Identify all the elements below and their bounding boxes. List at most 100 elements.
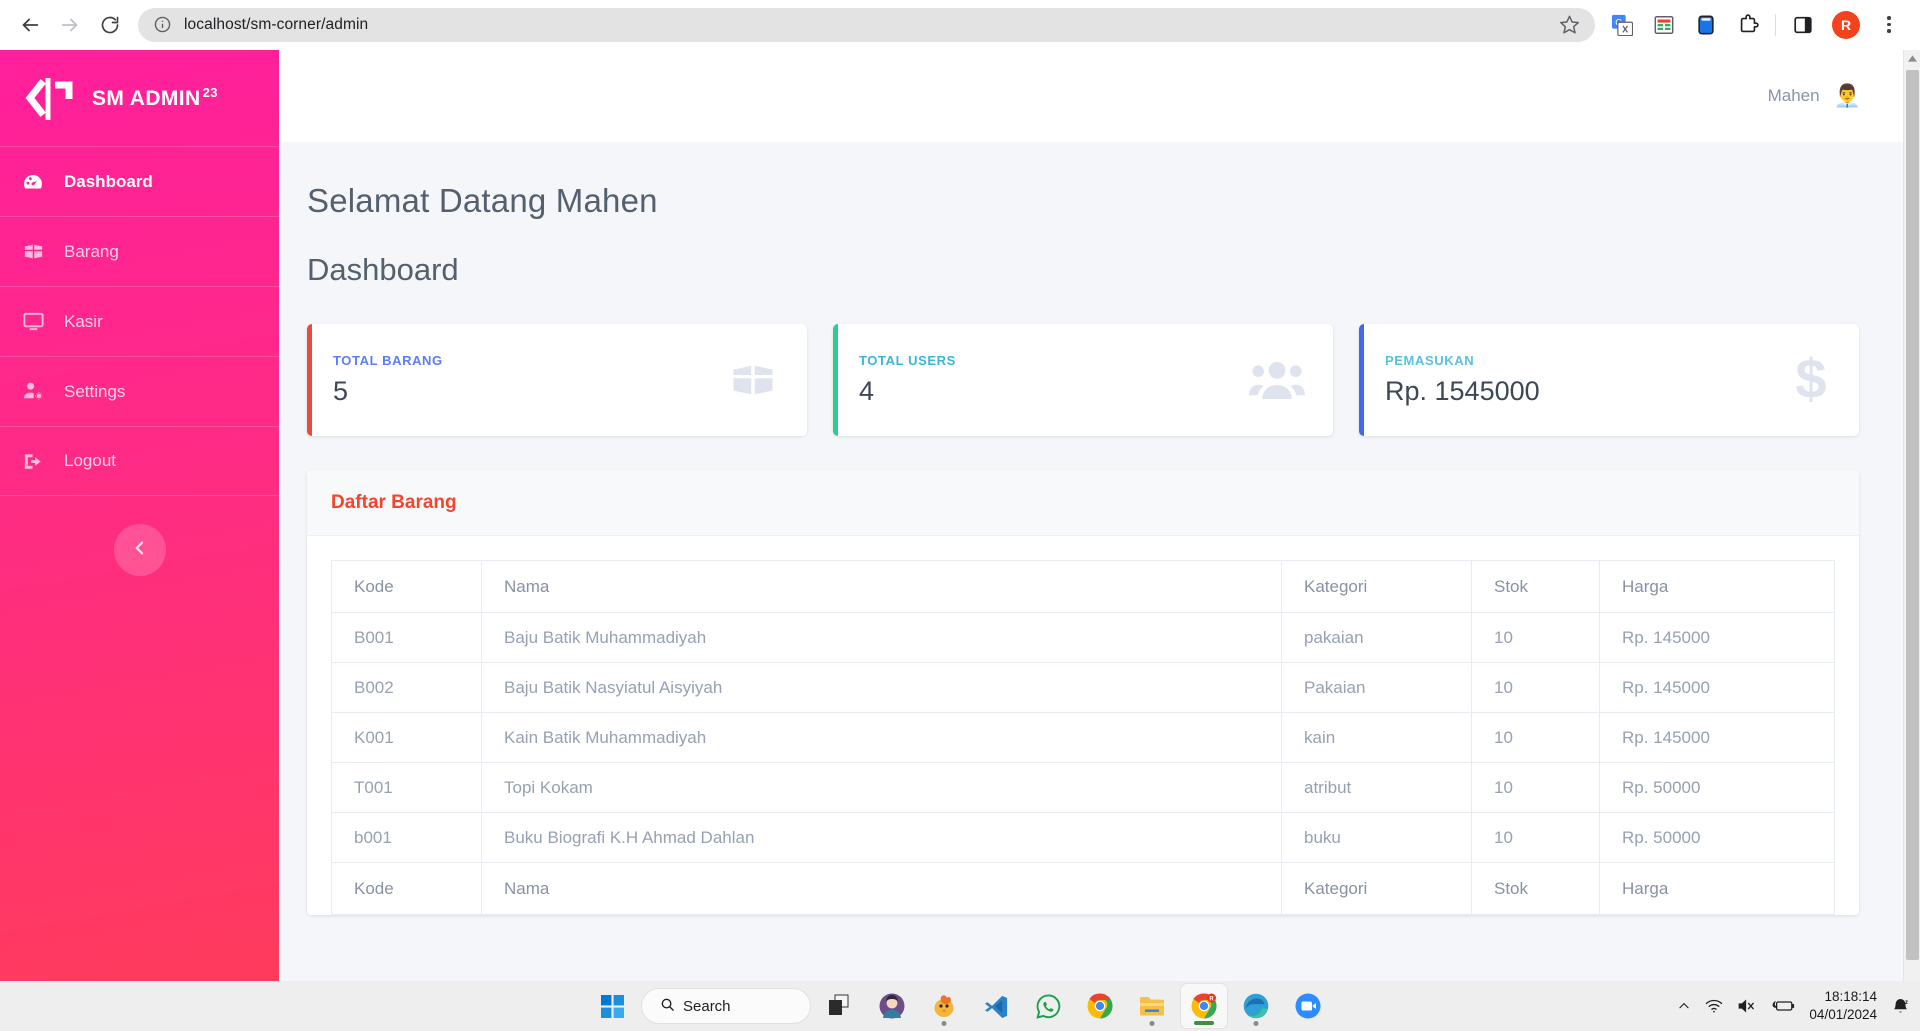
topbar-user-name: Mahen (1767, 86, 1820, 105)
site-information-icon[interactable] (152, 15, 172, 35)
wifi-icon[interactable] (1705, 998, 1723, 1014)
cell-kode: K001 (331, 712, 482, 763)
scrollbar-up-arrow[interactable] (1904, 50, 1920, 67)
table-row[interactable]: K001 Kain Batik Muhammadiyah kain 10 Rp.… (331, 712, 1835, 763)
column-header-stok[interactable]: Stok (1471, 560, 1600, 613)
cell-harga: Rp. 145000 (1599, 712, 1835, 763)
cell-stok: 10 (1471, 662, 1600, 713)
spreadsheet-extension-icon[interactable] (1648, 7, 1680, 43)
device-extension-icon[interactable] (1690, 7, 1722, 43)
table-foot: Kode Nama Kategori Stok Harga (331, 862, 1835, 915)
cell-kode: B002 (331, 662, 482, 713)
edge-icon[interactable] (1233, 984, 1279, 1028)
stat-card-value: Rp. 1545000 (1385, 376, 1540, 406)
cell-stok: 10 (1471, 612, 1600, 663)
cell-kode: b001 (331, 812, 482, 863)
user-gear-icon (20, 379, 46, 405)
table-header-row: Kode Nama Kategori Stok Harga (331, 560, 1835, 613)
address-bar[interactable]: localhost/sm-corner/admin (138, 7, 1595, 42)
table-row[interactable]: b001 Buku Biografi K.H Ahmad Dahlan buku… (331, 812, 1835, 863)
cell-nama: Topi Kokam (481, 762, 1282, 813)
table-head: Kode Nama Kategori Stok Harga (331, 560, 1835, 613)
business-person-avatar-icon[interactable]: 👨‍💼 (1834, 85, 1861, 107)
extensions-puzzle-icon[interactable] (1732, 7, 1764, 43)
cell-kategori: Pakaian (1281, 662, 1472, 713)
windows-start-icon[interactable] (589, 984, 635, 1028)
reload-button[interactable] (90, 5, 130, 45)
chrome-active-icon[interactable]: R (1181, 984, 1227, 1028)
stat-card-label: TOTAL BARANG (333, 353, 443, 368)
cell-kode: B001 (331, 612, 482, 663)
notification-bell-dnd-icon[interactable]: z (1891, 997, 1910, 1016)
taskbar-clock[interactable]: 18:18:14 04/01/2024 (1809, 988, 1877, 1024)
panel-title: Daftar Barang (331, 491, 457, 513)
stat-card-label: TOTAL USERS (859, 353, 956, 368)
column-header-nama[interactable]: Nama (481, 560, 1282, 613)
whatsapp-icon[interactable] (1025, 984, 1071, 1028)
volume-muted-icon[interactable] (1737, 998, 1757, 1014)
stat-card-label: PEMASUKAN (1385, 353, 1475, 368)
footer-kategori: Kategori (1281, 862, 1472, 915)
column-header-kode[interactable]: Kode (331, 560, 482, 613)
stat-card-value: 4 (859, 376, 875, 406)
sidebar-item-kasir[interactable]: Kasir (0, 286, 279, 356)
cell-harga: Rp. 145000 (1599, 612, 1835, 663)
sidebar-item-label: Dashboard (64, 171, 153, 191)
sidebar-item-dashboard[interactable]: Dashboard (0, 146, 279, 216)
footer-stok: Stok (1471, 862, 1600, 915)
footer-harga: Harga (1599, 862, 1835, 915)
zoom-icon[interactable] (1285, 984, 1331, 1028)
taskbar-search[interactable]: Search (641, 988, 811, 1024)
column-header-kategori[interactable]: Kategori (1281, 560, 1472, 613)
svg-text:z: z (1905, 999, 1908, 1006)
cell-kategori: buku (1281, 812, 1472, 863)
task-view-icon[interactable] (817, 984, 863, 1028)
google-translate-extension-icon[interactable]: G (1606, 7, 1638, 43)
side-panel-icon[interactable] (1787, 7, 1819, 43)
panel-header: Daftar Barang (307, 470, 1859, 536)
chevron-up-icon[interactable] (1677, 999, 1691, 1013)
brand[interactable]: SM ADMIN 23 (0, 50, 279, 146)
top-navbar: Mahen 👨‍💼 (279, 50, 1903, 142)
taskbar-search-label: Search (683, 997, 731, 1015)
character-app-icon[interactable] (869, 984, 915, 1028)
column-header-harga[interactable]: Harga (1599, 560, 1835, 613)
stat-card-total-barang: TOTAL BARANG 5 (307, 324, 807, 436)
box-icon (20, 239, 46, 265)
sidebar-item-label: Settings (64, 381, 126, 401)
stat-card-value: 5 (333, 376, 349, 406)
sidebar-item-label: Barang (64, 241, 119, 261)
svg-text:$: $ (1795, 352, 1826, 408)
scrollbar-thumb[interactable] (1906, 70, 1919, 960)
table-row[interactable]: B001 Baju Batik Muhammadiyah pakaian 10 … (331, 612, 1835, 663)
stat-card-pemasukan: PEMASUKAN Rp. 1545000 $ (1359, 324, 1859, 436)
sidebar-item-settings[interactable]: Settings (0, 356, 279, 426)
chrome-icon[interactable] (1077, 984, 1123, 1028)
back-button[interactable] (10, 5, 50, 45)
table-row[interactable]: T001 Topi Kokam atribut 10 Rp. 50000 (331, 762, 1835, 813)
table-row[interactable]: B002 Baju Batik Nasyiatul Aisyiyah Pakai… (331, 662, 1835, 713)
cell-kode: T001 (331, 762, 482, 813)
page-title: Dashboard (307, 252, 459, 287)
brand-label: SM ADMIN (92, 87, 201, 110)
monitor-icon (20, 309, 46, 335)
stat-cards: TOTAL BARANG 5 TOTAL USERS 4 PEMASUKAN R… (307, 324, 1859, 436)
chick-app-icon[interactable] (921, 984, 967, 1028)
forward-button[interactable] (50, 5, 90, 45)
profile-avatar[interactable]: R (1832, 10, 1860, 39)
vscode-icon[interactable] (973, 984, 1019, 1028)
sidebar-item-barang[interactable]: Barang (0, 216, 279, 286)
star-icon[interactable] (1559, 14, 1581, 36)
three-dot-menu-icon[interactable] (1873, 7, 1905, 43)
sidebar-collapse-button[interactable] (113, 524, 166, 576)
file-explorer-icon[interactable] (1129, 984, 1175, 1028)
cell-nama: Kain Batik Muhammadiyah (481, 712, 1282, 763)
svg-text:R: R (1209, 996, 1214, 1002)
battery-saver-icon[interactable] (1771, 998, 1795, 1014)
box-icon (727, 354, 779, 406)
sidebar-item-logout[interactable]: Logout (0, 426, 279, 496)
chevron-left-icon (130, 538, 150, 563)
page-scrollbar[interactable] (1903, 50, 1920, 981)
brand-sup: 23 (202, 85, 218, 100)
barang-table: Kode Nama Kategori Stok Harga B001 Baju … (331, 560, 1835, 915)
